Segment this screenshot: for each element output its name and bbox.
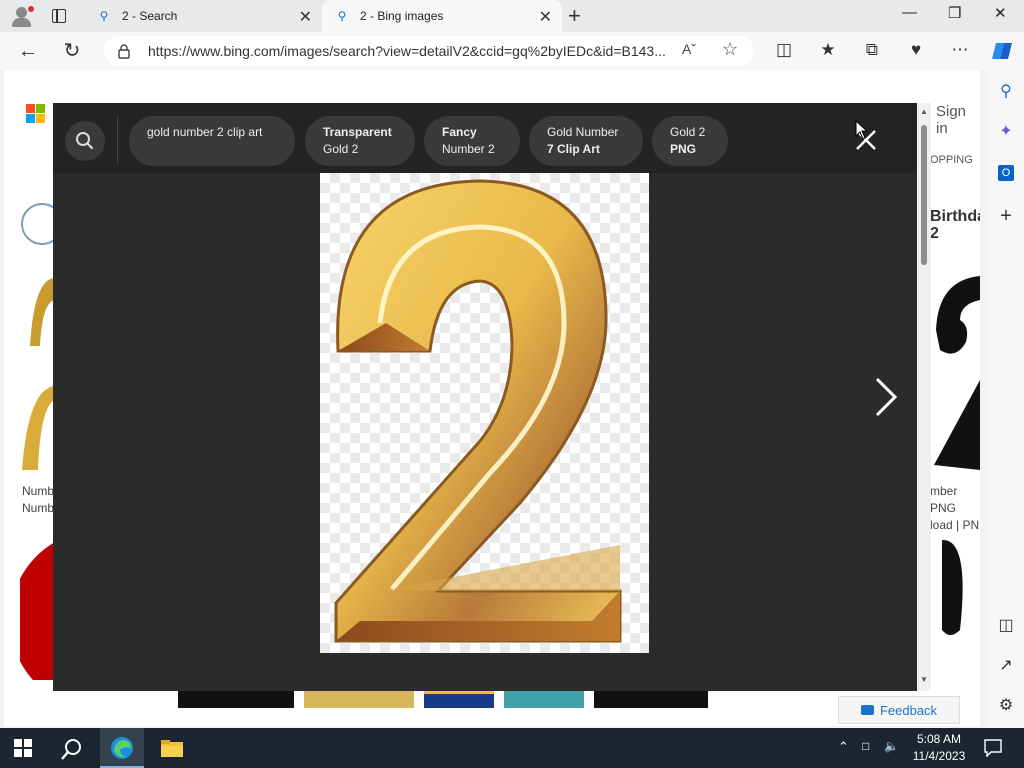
- scrollbar-thumb[interactable]: [921, 125, 927, 265]
- mouse-cursor-icon: [855, 120, 869, 140]
- partial-result-thumbnails-left[interactable]: [20, 200, 54, 680]
- chip-line: Gold 2: [323, 142, 359, 156]
- feedback-label: Feedback: [879, 702, 938, 718]
- search-icon: ⚲: [99, 9, 109, 23]
- image-detail-modal: gold number 2 clip art Transparent Gold …: [53, 103, 917, 691]
- sidebar-toggle-icon[interactable]: ◫: [994, 614, 1018, 638]
- related-search-line1: Birthda: [930, 208, 980, 225]
- related-chip-4[interactable]: Gold Number 7 Clip Art: [529, 116, 643, 166]
- related-search-line2: 2: [930, 225, 939, 242]
- read-aloud-label: A: [682, 41, 692, 57]
- bottom-thumbnail-strip[interactable]: [4, 688, 980, 708]
- related-search-card[interactable]: Birthda 2: [930, 208, 980, 242]
- search-icon[interactable]: [60, 737, 84, 761]
- settings-gear-icon[interactable]: ⚙: [994, 694, 1018, 718]
- favorite-star-icon[interactable]: ☆: [722, 39, 738, 60]
- read-aloud-icon[interactable]: Aˇ: [682, 41, 696, 57]
- modal-search-button[interactable]: [65, 121, 105, 161]
- chip-line: Gold Number: [547, 125, 619, 139]
- windows-taskbar: ⌃ □ 🔈 5:08 AM 11/4/2023: [0, 728, 1024, 768]
- address-toolbar: ← ↻ https://www.bing.com/images/search?v…: [0, 32, 1024, 70]
- related-chip-2[interactable]: Transparent Gold 2: [305, 116, 415, 166]
- chip-line: Gold 2: [670, 125, 706, 139]
- collections-icon[interactable]: ⧉: [860, 40, 884, 60]
- caption-line: mber PNG: [930, 484, 958, 515]
- partial-caption-left[interactable]: Numb Numb: [22, 483, 54, 517]
- open-external-icon[interactable]: ↗: [994, 654, 1018, 678]
- volume-muted-icon[interactable]: 🔈: [884, 739, 899, 753]
- chip-line: Number 2: [442, 142, 495, 156]
- system-clock[interactable]: 5:08 AM 11/4/2023: [906, 731, 972, 765]
- header-divider: [117, 115, 118, 165]
- chip-line: gold number 2 clip art: [147, 125, 263, 139]
- tab-actions-icon[interactable]: [48, 6, 70, 26]
- tab-title: 2 - Search: [122, 9, 178, 23]
- chip-line: Transparent: [323, 125, 392, 139]
- refresh-button[interactable]: ↻: [59, 38, 85, 64]
- caption-line: Numb: [22, 501, 55, 515]
- lock-icon[interactable]: [116, 43, 132, 59]
- favorites-icon[interactable]: ★: [816, 40, 840, 60]
- chip-line: Fancy: [442, 125, 477, 139]
- sign-in-link[interactable]: Sign in: [936, 103, 980, 137]
- modal-scrollbar[interactable]: ▲ ▼: [917, 103, 931, 691]
- edge-browser-icon: [111, 737, 133, 759]
- close-window-button[interactable]: ✕: [994, 4, 1007, 22]
- tab-search[interactable]: ⚲ 2 - Search ✕: [86, 0, 322, 32]
- tab-bing-images[interactable]: ⚲ 2 - Bing images ✕: [322, 0, 562, 32]
- shopping-tab-partial[interactable]: OPPING: [930, 154, 973, 166]
- profile-avatar-icon[interactable]: [10, 4, 34, 28]
- feedback-button[interactable]: Feedback: [838, 696, 960, 724]
- close-tab-icon[interactable]: ✕: [539, 7, 552, 27]
- copilot-sidebar-icon[interactable]: ✦: [994, 120, 1018, 144]
- gold-number-two-image: [334, 179, 622, 643]
- windows-start-icon[interactable]: [14, 739, 32, 757]
- related-chip-3[interactable]: Fancy Number 2: [424, 116, 520, 166]
- show-hidden-icons-chevron[interactable]: ⌃: [838, 739, 849, 755]
- chip-line: PNG: [670, 142, 697, 156]
- clock-date: 11/4/2023: [912, 749, 966, 763]
- scroll-down-arrow-icon[interactable]: ▼: [920, 675, 928, 684]
- partial-caption-right[interactable]: mber PNG load | PN: [930, 483, 980, 534]
- tab-title: 2 - Bing images: [360, 9, 444, 23]
- url-text[interactable]: https://www.bing.com/images/search?view=…: [148, 43, 666, 59]
- split-screen-icon[interactable]: ◫: [772, 40, 796, 60]
- taskbar-edge-button[interactable]: [100, 728, 144, 768]
- restore-button[interactable]: ❐: [948, 4, 961, 22]
- address-bar[interactable]: https://www.bing.com/images/search?view=…: [104, 36, 754, 66]
- related-chip-5[interactable]: Gold 2 PNG: [652, 116, 728, 166]
- minimize-button[interactable]: —: [902, 4, 917, 21]
- search-icon: [76, 132, 94, 150]
- related-chip-1[interactable]: gold number 2 clip art: [129, 116, 295, 166]
- tab-strip: ⚲ 2 - Search ✕ ⚲ 2 - Bing images ✕ + — ❐…: [0, 0, 1024, 32]
- new-tab-button[interactable]: +: [568, 3, 581, 29]
- scroll-up-arrow-icon[interactable]: ▲: [920, 107, 928, 116]
- outlook-icon[interactable]: O: [994, 160, 1018, 184]
- search-icon[interactable]: ⚲: [994, 80, 1018, 104]
- microsoft-logo[interactable]: [26, 104, 46, 124]
- browser-essentials-icon[interactable]: ♥: [904, 40, 928, 60]
- chip-line: 7 Clip Art: [547, 142, 600, 156]
- edge-sidebar: ⚲ ✦ O + ◫ ↗ ⚙: [988, 70, 1024, 728]
- more-menu-icon[interactable]: ⋯: [948, 40, 972, 60]
- network-icon[interactable]: □: [862, 739, 869, 753]
- caption-line: load | PN: [930, 518, 980, 532]
- file-explorer-icon[interactable]: [160, 738, 184, 758]
- copilot-icon[interactable]: [990, 39, 1014, 63]
- main-image[interactable]: [320, 173, 649, 653]
- next-image-chevron-icon[interactable]: [871, 375, 901, 419]
- notifications-icon[interactable]: [984, 739, 1002, 757]
- modal-header: gold number 2 clip art Transparent Gold …: [53, 103, 917, 173]
- back-button[interactable]: ←: [15, 38, 41, 64]
- caption-line: Numb: [22, 484, 55, 498]
- clock-time: 5:08 AM: [916, 732, 962, 746]
- close-tab-icon[interactable]: ✕: [299, 7, 312, 27]
- add-sidebar-app-icon[interactable]: +: [994, 204, 1018, 228]
- search-icon: ⚲: [337, 9, 347, 23]
- feedback-icon: [860, 705, 874, 715]
